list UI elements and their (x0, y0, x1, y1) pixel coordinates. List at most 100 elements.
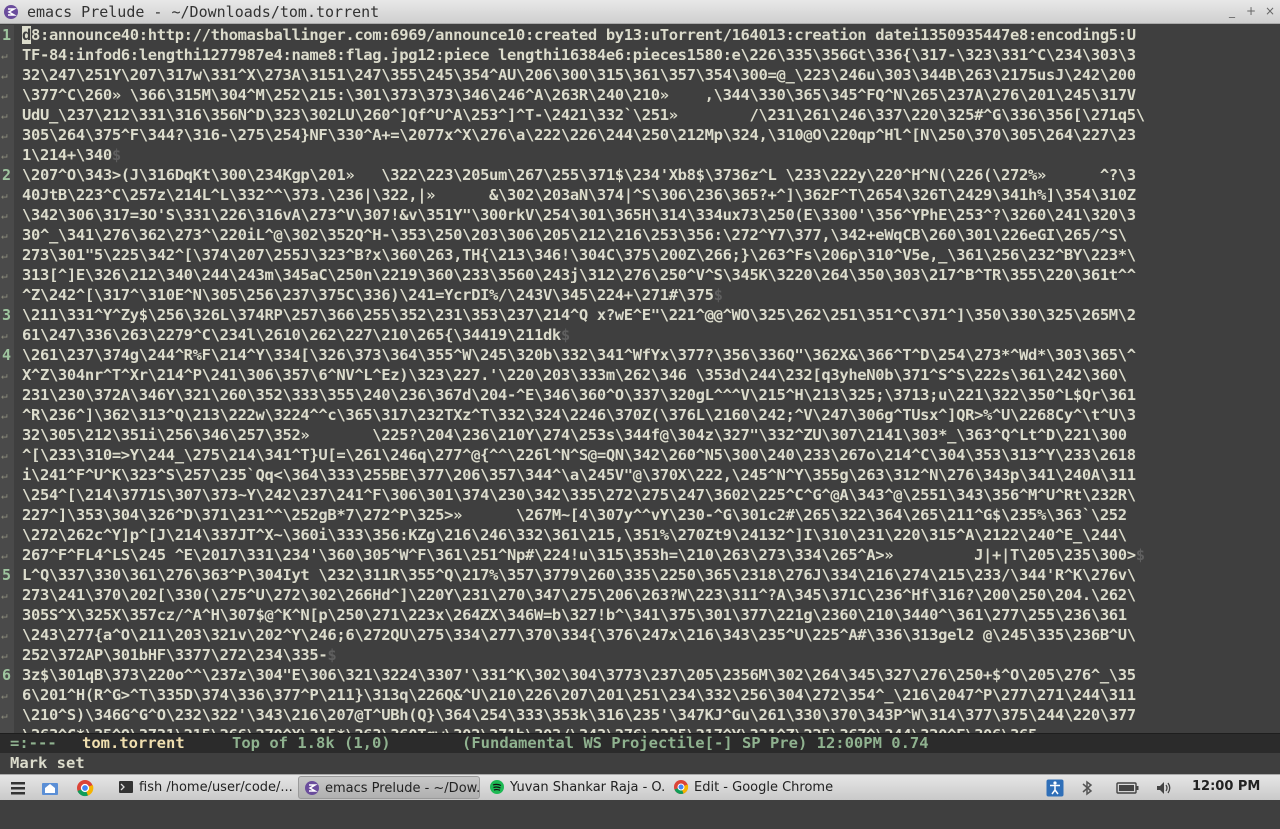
buffer-line[interactable]: ↵\263^C*\35^O\3731\215\266\270^X\315*\26… (0, 725, 1280, 733)
buffer-line[interactable]: ↵ 32\247\251Y\207\317w\331^X\273A\3151\24… (0, 65, 1280, 85)
buffer-line[interactable]: 2 \207^O\343>(J\316DqKt\300\234Kgp\201» \… (0, 165, 1280, 185)
wrap-indicator-icon: ↵ (1, 49, 8, 62)
line-text-content: 231\230\372A\346Y\321\260\352\333\355\24… (22, 386, 1136, 404)
close-button[interactable]: × (1263, 4, 1277, 18)
buffer-line[interactable]: ↵ 32\305\212\351i\256\346\257\352» \225?\… (0, 425, 1280, 445)
line-text-content: 3z$\301qB\373\220o^^\237z\304"E\306\321\… (22, 666, 1136, 684)
line-text: \342\306\317=3O'S\331\226\316vA\273^V\30… (22, 205, 1136, 225)
line-text: 313[^]E\326\212\340\244\243m\345aC\250n\… (22, 265, 1136, 285)
wrap-indicator-icon: ↵ (1, 209, 8, 222)
buffer-line[interactable]: ↵ ^R\236^]\362\313^Q\213\222w\3224^^c\365… (0, 405, 1280, 425)
buffer-line[interactable]: ↵ 252\372AP\301bHF\3377\272\234\335-$ (0, 645, 1280, 665)
line-text-content: \210^S)\346G^G^O\232\322'\343\216\207@T^… (22, 706, 1136, 724)
line-text: 305\264\375^F\344?\316-\275\254}NF\330^A… (22, 125, 1136, 145)
wrap-indicator-icon: ↵ (1, 109, 8, 122)
editor-buffer[interactable]: 1 d8:announce40:http://thomasballinger.co… (0, 25, 1280, 733)
emacs-app-icon (4, 5, 18, 19)
vertical-scrollbar[interactable] (1273, 25, 1280, 733)
battery-icon[interactable] (1116, 779, 1140, 797)
buffer-line[interactable]: ↵ 273\241\370\202[\330(\275^U\272\302\266… (0, 585, 1280, 605)
modeline-position: Top of 1.8k (1,0) (232, 734, 391, 752)
line-text: \377^C\260» \366\315M\304^M\252\215:\301… (22, 85, 1136, 105)
minimize-button[interactable]: _ (1225, 4, 1239, 18)
line-text-content: i\241^F^U^K\323^S\257\235`Qq<\364\333\25… (22, 466, 1136, 484)
bluetooth-icon[interactable] (1078, 779, 1096, 797)
line-text: UdU_\237\212\331\316\356N^D\323\302LU\26… (22, 105, 1145, 125)
buffer-line[interactable]: 5 L^Q\337\330\361\276\363^P\304Iyt \232\3… (0, 565, 1280, 585)
buffer-line[interactable]: ↵ \342\306\317=3O'S\331\226\316vA\273^V\3… (0, 205, 1280, 225)
buffer-line[interactable]: ↵ 61\247\336\263\2279^C\234l\2610\262\227… (0, 325, 1280, 345)
line-text-content: ^[\233\310=>Y\244_\275\214\341^T}U[=\261… (22, 446, 1136, 464)
buffer-line[interactable]: ↵ \210^S)\346G^G^O\232\322'\343\216\207@T… (0, 705, 1280, 725)
line-text-content: 61\247\336\263\2279^C\234l\2610\262\227\… (22, 326, 561, 344)
mode-line: =:--- tom.torrent Top of 1.8k (1,0) (Fun… (0, 733, 1280, 753)
line-text: 227^]\353\304\326^D\371\231^^\252gB*7\27… (22, 505, 1127, 525)
buffer-line[interactable]: ↵ 267^F^FL4^LS\245 ^E\2017\331\234'\360\3… (0, 545, 1280, 565)
buffer-line[interactable]: 3 \211\331^Y^Zy$\256\326L\374RP\257\366\2… (0, 305, 1280, 325)
buffer-line[interactable]: ↵ 1\214+\340$ (0, 145, 1280, 165)
buffer-line[interactable]: 6 3z$\301qB\373\220o^^\237z\304"E\306\321… (0, 665, 1280, 685)
echo-area: Mark set (0, 753, 1280, 774)
buffer-line[interactable]: ↵ ^[\233\310=>Y\244_\275\214\341^T}U[=\26… (0, 445, 1280, 465)
modeline-buffer-name[interactable]: tom.torrent (82, 734, 185, 753)
buffer-line[interactable]: ↵ \272\262c^Y]p^[J\214\337JT^X~\360i\333\… (0, 525, 1280, 545)
volume-icon[interactable] (1155, 779, 1173, 797)
buffer-line[interactable]: ↵ 30^_\341\276\362\273^\220iL^@\302\352Q^… (0, 225, 1280, 245)
buffer-line[interactable]: ↵ 227^]\353\304\326^D\371\231^^\252gB*7\2… (0, 505, 1280, 525)
maximize-button[interactable]: + (1244, 4, 1258, 18)
clock[interactable]: 12:00 PM (1192, 779, 1260, 794)
line-text: \207^O\343>(J\316DqKt\300\234Kgp\201» \3… (22, 165, 1136, 185)
line-text-content: ^R\236^]\362\313^Q\213\222w\3224^^c\365\… (22, 406, 1136, 424)
buffer-line[interactable]: ↵ \243\277{a^O\211\203\321v\202^Y\246;6\2… (0, 625, 1280, 645)
buffer-line[interactable]: ↵ ^Z\242^[\317^\310E^N\305\256\237\375C\3… (0, 285, 1280, 305)
buffer-line[interactable]: ↵ 273\301"5\225\342^[\374\207\255J\323^B?… (0, 245, 1280, 265)
task-chrome[interactable]: Edit - Google Chrome (668, 776, 848, 799)
home-folder-icon[interactable] (40, 778, 60, 798)
accessibility-icon[interactable] (1046, 779, 1064, 797)
line-text-content: 32\305\212\351i\256\346\257\352» \225?\2… (22, 426, 1127, 444)
buffer-line[interactable]: ↵ 231\230\372A\346Y\321\260\352\333\355\2… (0, 385, 1280, 405)
buffer-line[interactable]: ↵ i\241^F^U^K\323^S\257\235`Qq<\364\333\2… (0, 465, 1280, 485)
buffer-line[interactable]: ↵ \377^C\260» \366\315M\304^M\252\215:\30… (0, 85, 1280, 105)
buffer-line[interactable]: ↵ 305S^X\325X\357cz/^A^H\307$@^K^N[p\250\… (0, 605, 1280, 625)
line-number: 5 (2, 566, 12, 584)
chrome-icon[interactable] (75, 778, 95, 798)
task-terminal[interactable]: fish /home/user/code/... (113, 776, 293, 799)
line-text: 273\301"5\225\342^[\374\207\255J\323^B?x… (22, 245, 1136, 265)
line-text: \272\262c^Y]p^[J\214\337JT^X~\360i\333\3… (22, 525, 1127, 545)
line-text-content: 32\247\251Y\207\317w\331^X\273A\3151\247… (22, 66, 1136, 84)
chrome-icon (674, 780, 689, 794)
buffer-line[interactable]: ↵ \254^[\214\3771S\307\373~Y\242\237\241^… (0, 485, 1280, 505)
window-titlebar[interactable]: emacs Prelude - ~/Downloads/tom.torrent … (0, 0, 1280, 24)
task-label: fish /home/user/code/... (139, 780, 293, 795)
line-text: ^R\236^]\362\313^Q\213\222w\3224^^c\365\… (22, 405, 1136, 425)
wrap-indicator-icon: ↵ (1, 509, 8, 522)
buffer-line[interactable]: ↵ X^Z\304nr^T^Xr\214^P\241\306\357\6^NV^L… (0, 365, 1280, 385)
buffer-line[interactable]: ↵ 6\201^H(R^G>^T\335D\374\336\377^P\211}\… (0, 685, 1280, 705)
wrap-indicator-icon: ↵ (1, 389, 8, 402)
wrap-indicator-icon: ↵ (1, 249, 8, 262)
buffer-line[interactable]: ↵ 305\264\375^F\344?\316-\275\254}NF\330^… (0, 125, 1280, 145)
buffer-line[interactable]: ↵ 313[^]E\326\212\340\244\243m\345aC\250n… (0, 265, 1280, 285)
buffer-line[interactable]: ↵ TF-84:infod6:lengthi1277987e4:name8:fla… (0, 45, 1280, 65)
line-text-content: 305S^X\325X\357cz/^A^H\307$@^K^N[p\250\2… (22, 606, 1127, 624)
task-emacs[interactable]: emacs Prelude - ~/Dow... (298, 776, 480, 799)
buffer-line[interactable]: 4 \261\237\374g\244^R%F\214^Y\334[\326\37… (0, 345, 1280, 365)
line-text-content: \254^[\214\3771S\307\373~Y\242\237\241^F… (22, 486, 1136, 504)
wrap-indicator-icon: ↵ (1, 369, 8, 382)
buffer-line[interactable]: 1 d8:announce40:http://thomasballinger.co… (0, 25, 1280, 45)
line-text-content: ^Z\242^[\317^\310E^N\305\256\237\375C\33… (22, 286, 714, 304)
emacs-icon (305, 781, 319, 795)
menu-icon[interactable] (8, 778, 28, 798)
modeline-modes[interactable]: (Fundamental WS Projectile[-] SP Pre) 12… (462, 734, 929, 753)
line-text-content: 267^F^FL4^LS\245 ^E\2017\331\234'\360\30… (22, 546, 1136, 564)
wrap-indicator-icon: ↵ (1, 89, 8, 102)
line-text-content: 273\241\370\202[\330(\275^U\272\302\266H… (22, 586, 1136, 604)
line-text: 32\247\251Y\207\317w\331^X\273A\3151\247… (22, 65, 1136, 85)
line-text-content: 40JtB\223^C\257z\214L^L\332^^\373.\236|\… (22, 186, 1136, 204)
buffer-line[interactable]: ↵ 40JtB\223^C\257z\214L^L\332^^\373.\236|… (0, 185, 1280, 205)
task-spotify[interactable]: Yuvan Shankar Raja - O... (484, 776, 664, 799)
line-text: 1\214+\340$ (22, 145, 121, 165)
line-text-content: TF-84:infod6:lengthi1277987e4:name8:flag… (22, 46, 1136, 64)
buffer-line[interactable]: ↵ UdU_\237\212\331\316\356N^D\323\302LU\2… (0, 105, 1280, 125)
